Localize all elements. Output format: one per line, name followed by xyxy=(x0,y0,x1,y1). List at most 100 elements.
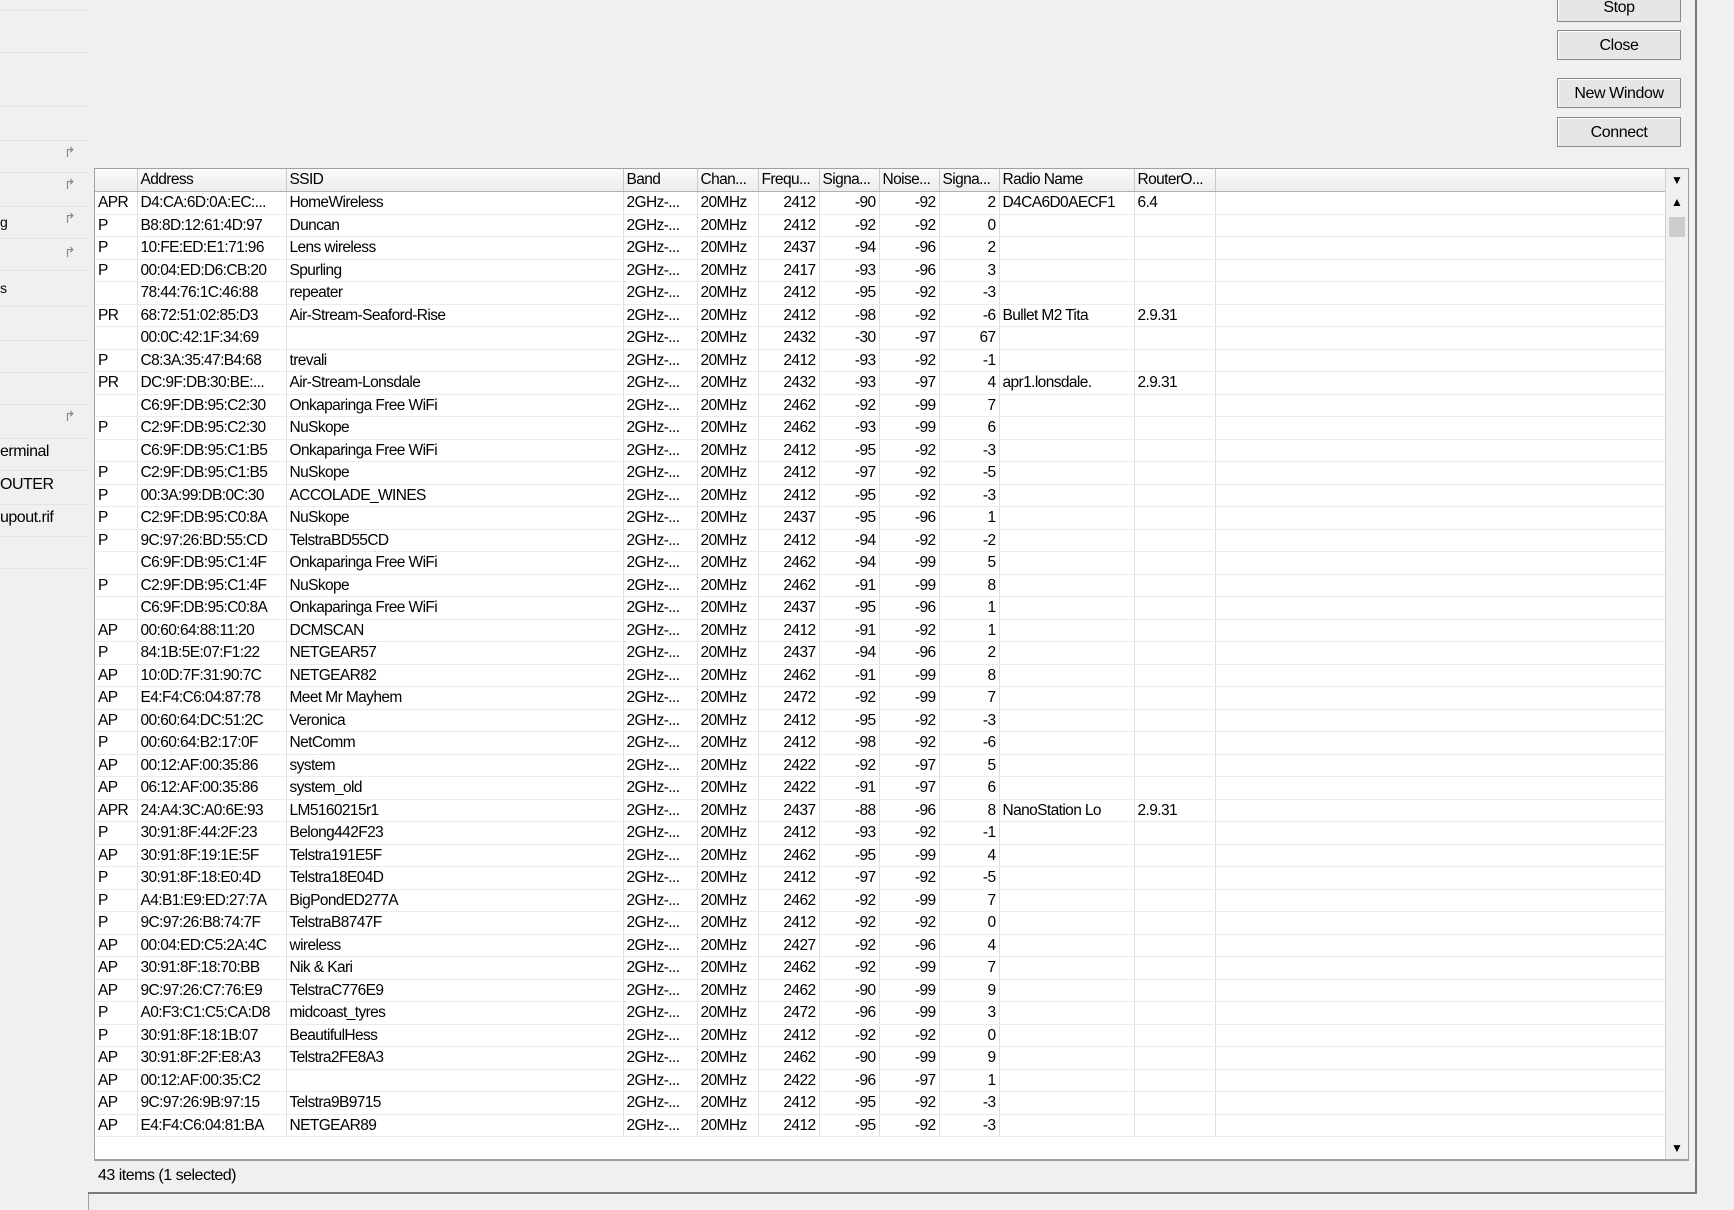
cell-routeros-version xyxy=(1134,529,1216,552)
table-row[interactable]: AP 00:12:AF:00:35:86 system 2GHz-... 20MHz 24… xyxy=(95,754,1668,777)
table-row[interactable]: P C2:9F:DB:95:C1:B5 NuSkope 2GHz-... 20MHz 24… xyxy=(95,461,1668,485)
stop-button[interactable]: Stop xyxy=(1557,0,1681,22)
table-row[interactable]: AP 00:60:64:DC:51:2C Veronica 2GHz-... 20MHz… xyxy=(95,709,1668,732)
submenu-arrow-icon[interactable]: ↱ xyxy=(64,244,76,261)
cell-frequency: 2432 xyxy=(758,326,820,350)
scroll-down-icon[interactable]: ▼ xyxy=(1666,1137,1688,1159)
cell-band: 2GHz-... xyxy=(623,866,698,890)
table-row[interactable]: AP 00:12:AF:00:35:C2 2GHz-... 20MHz 2422 -96-… xyxy=(95,1069,1668,1092)
cell-signal-to-noise: 2 xyxy=(939,641,1000,665)
cell-filler xyxy=(1215,664,1668,687)
sidebar-item-fragment[interactable]: s xyxy=(0,280,7,296)
col-header-ssid[interactable]: SSID xyxy=(286,169,624,192)
col-header-signal-to-noise[interactable]: Signa... xyxy=(939,169,1000,192)
cell-frequency: 2472 xyxy=(758,686,820,710)
cell-signal-strength: -92 xyxy=(819,889,880,912)
cell-noise-floor: -99 xyxy=(879,551,940,575)
table-row[interactable]: P 30:91:8F:44:2F:23 Belong442F23 2GHz-... 20… xyxy=(95,821,1668,845)
table-row[interactable]: AP 30:91:8F:2F:E8:A3 Telstra2FE8A3 2GHz-...… xyxy=(95,1046,1668,1070)
submenu-arrow-icon[interactable]: ↱ xyxy=(64,176,76,193)
column-menu-dropdown-icon[interactable]: ▼ xyxy=(1666,169,1688,191)
cell-channel-width: 20MHz xyxy=(697,484,759,507)
cell-filler xyxy=(1215,1024,1668,1047)
connect-button[interactable]: Connect xyxy=(1557,117,1681,147)
table-row[interactable]: AP 06:12:AF:00:35:86 system_old 2GHz-... 20M… xyxy=(95,776,1668,800)
vertical-scrollbar[interactable]: ▼ ▲ ▼ xyxy=(1665,169,1688,1159)
cell-signal-to-noise: -3 xyxy=(939,484,1000,507)
cell-band: 2GHz-... xyxy=(623,821,698,845)
col-header-channel-width[interactable]: Chan... xyxy=(697,169,759,192)
table-row[interactable]: C6:9F:DB:95:C0:8A Onkaparinga Free WiFi 2G… xyxy=(95,596,1668,620)
sidebar-item-router[interactable]: OUTER xyxy=(0,476,54,494)
cell-noise-floor: -99 xyxy=(879,1046,940,1070)
cell-band: 2GHz-... xyxy=(623,349,698,372)
table-row[interactable]: P 10:FE:ED:E1:71:96 Lens wireless 2GHz-... 2… xyxy=(95,236,1668,260)
scroll-up-icon[interactable]: ▲ xyxy=(1666,191,1688,213)
table-row[interactable]: 78:44:76:1C:46:88 repeater 2GHz-... 20MHz 24… xyxy=(95,281,1668,305)
cell-frequency: 2437 xyxy=(758,799,820,822)
table-row[interactable]: APR 24:A4:3C:A0:6E:93 LM5160215r1 2GHz-... 2… xyxy=(95,799,1668,822)
col-header-flags[interactable] xyxy=(95,169,138,192)
col-header-band[interactable]: Band xyxy=(623,169,698,192)
submenu-arrow-icon[interactable]: ↱ xyxy=(64,210,76,227)
table-row[interactable]: P 9C:97:26:B8:74:7F TelstraB8747F 2GHz-... 2… xyxy=(95,911,1668,935)
table-row[interactable]: AP E4:F4:C6:04:81:BA NETGEAR89 2GHz-... 20MH… xyxy=(95,1114,1668,1137)
sidebar-item-fragment[interactable]: g xyxy=(0,214,8,230)
cell-signal-strength: -90 xyxy=(819,979,880,1002)
table-row[interactable]: C6:9F:DB:95:C1:B5 Onkaparinga Free WiFi 2G… xyxy=(95,439,1668,462)
sidebar-item-supout[interactable]: upout.rif xyxy=(0,509,54,527)
cell-routeros-version xyxy=(1134,574,1216,597)
cell-radio-name xyxy=(999,326,1135,350)
col-header-radio-name[interactable]: Radio Name xyxy=(999,169,1135,192)
table-row[interactable]: AP 30:91:8F:19:1E:5F Telstra191E5F 2GHz-...… xyxy=(95,844,1668,867)
table-row[interactable]: AP 9C:97:26:9B:97:15 Telstra9B9715 2GHz-...… xyxy=(95,1091,1668,1115)
cell-address: E4:F4:C6:04:87:78 xyxy=(137,686,287,710)
table-row[interactable]: AP 30:91:8F:18:70:BB Nik & Kari 2GHz-... 20M… xyxy=(95,956,1668,980)
table-row[interactable]: P 9C:97:26:BD:55:CD TelstraBD55CD 2GHz-... 2… xyxy=(95,529,1668,552)
cell-address: 00:04:ED:D6:CB:20 xyxy=(137,259,287,282)
table-row[interactable]: APR D4:CA:6D:0A:EC:... HomeWireless 2GHz-..… xyxy=(95,191,1668,215)
table-row[interactable]: AP 9C:97:26:C7:76:E9 TelstraC776E9 2GHz-...… xyxy=(95,979,1668,1002)
submenu-arrow-icon[interactable]: ↱ xyxy=(64,408,76,425)
table-row[interactable]: P C8:3A:35:47:B4:68 trevali 2GHz-... 20MHz 24… xyxy=(95,349,1668,372)
cell-channel-width: 20MHz xyxy=(697,574,759,597)
close-button[interactable]: Close xyxy=(1557,30,1681,60)
col-header-frequency[interactable]: Frequ... xyxy=(758,169,820,192)
col-header-noise-floor[interactable]: Noise... xyxy=(879,169,940,192)
table-row[interactable]: P 84:1B:5E:07:F1:22 NETGEAR57 2GHz-... 20MHz… xyxy=(95,641,1668,665)
sidebar-item-terminal[interactable]: erminal xyxy=(0,443,49,461)
table-row[interactable]: PR DC:9F:DB:30:BE:... Air-Stream-Lonsdale 2… xyxy=(95,371,1668,395)
table-row[interactable]: AP 00:60:64:88:11:20 DCMSCAN 2GHz-... 20MHz 2… xyxy=(95,619,1668,642)
col-header-signal-strength[interactable]: Signa... xyxy=(819,169,880,192)
cell-signal-strength: -96 xyxy=(819,1001,880,1025)
table-row[interactable]: C6:9F:DB:95:C2:30 Onkaparinga Free WiFi 2G… xyxy=(95,394,1668,417)
submenu-arrow-icon[interactable]: ↱ xyxy=(64,144,76,161)
scrollbar-thumb[interactable] xyxy=(1669,217,1685,237)
cell-noise-floor: -92 xyxy=(879,191,940,215)
table-row[interactable]: P C2:9F:DB:95:C1:4F NuSkope 2GHz-... 20MHz 24… xyxy=(95,574,1668,597)
new-window-button[interactable]: New Window xyxy=(1557,78,1681,108)
cell-flags: P xyxy=(95,236,138,260)
table-row[interactable]: P C2:9F:DB:95:C0:8A NuSkope 2GHz-... 20MHz 24… xyxy=(95,506,1668,530)
table-row[interactable]: PR 68:72:51:02:85:D3 Air-Stream-Seaford-Ri… xyxy=(95,304,1668,327)
col-header-address[interactable]: Address xyxy=(137,169,287,192)
table-row[interactable]: P 00:60:64:B2:17:0F NetComm 2GHz-... 20MHz 24… xyxy=(95,731,1668,755)
table-row[interactable]: P 00:04:ED:D6:CB:20 Spurling 2GHz-... 20MHz 2… xyxy=(95,259,1668,282)
table-row[interactable]: AP 10:0D:7F:31:90:7C NETGEAR82 2GHz-... 20MH… xyxy=(95,664,1668,687)
table-row[interactable]: P B8:8D:12:61:4D:97 Duncan 2GHz-... 20MHz 241… xyxy=(95,214,1668,237)
table-row[interactable]: AP E4:F4:C6:04:87:78 Meet Mr Mayhem 2GHz-..… xyxy=(95,686,1668,710)
table-row[interactable]: P 30:91:8F:18:E0:4D Telstra18E04D 2GHz-... 2… xyxy=(95,866,1668,890)
table-row[interactable]: P C2:9F:DB:95:C2:30 NuSkope 2GHz-... 20MHz 24… xyxy=(95,416,1668,440)
table-row[interactable]: P A0:F3:C1:C5:CA:D8 midcoast_tyres 2GHz-...… xyxy=(95,1001,1668,1025)
table-row[interactable]: C6:9F:DB:95:C1:4F Onkaparinga Free WiFi 2G… xyxy=(95,551,1668,575)
table-row[interactable]: P 30:91:8F:18:1B:07 BeautifulHess 2GHz-... 2… xyxy=(95,1024,1668,1047)
table-row[interactable]: 00:0C:42:1F:34:69 2GHz-... 20MHz 2432 -30 -97… xyxy=(95,326,1668,350)
table-row[interactable]: AP 00:04:ED:C5:2A:4C wireless 2GHz-... 20MHz… xyxy=(95,934,1668,957)
cell-filler xyxy=(1215,776,1668,800)
cell-signal-to-noise: -5 xyxy=(939,461,1000,485)
table-row[interactable]: P A4:B1:E9:ED:27:7A BigPondED277A 2GHz-... 2… xyxy=(95,889,1668,912)
table-row[interactable]: P 00:3A:99:DB:0C:30 ACCOLADE_WINES 2GHz-...… xyxy=(95,484,1668,507)
cell-signal-to-noise: 8 xyxy=(939,799,1000,822)
cell-filler xyxy=(1215,529,1668,552)
col-header-routeros-version[interactable]: RouterO... xyxy=(1134,169,1216,192)
